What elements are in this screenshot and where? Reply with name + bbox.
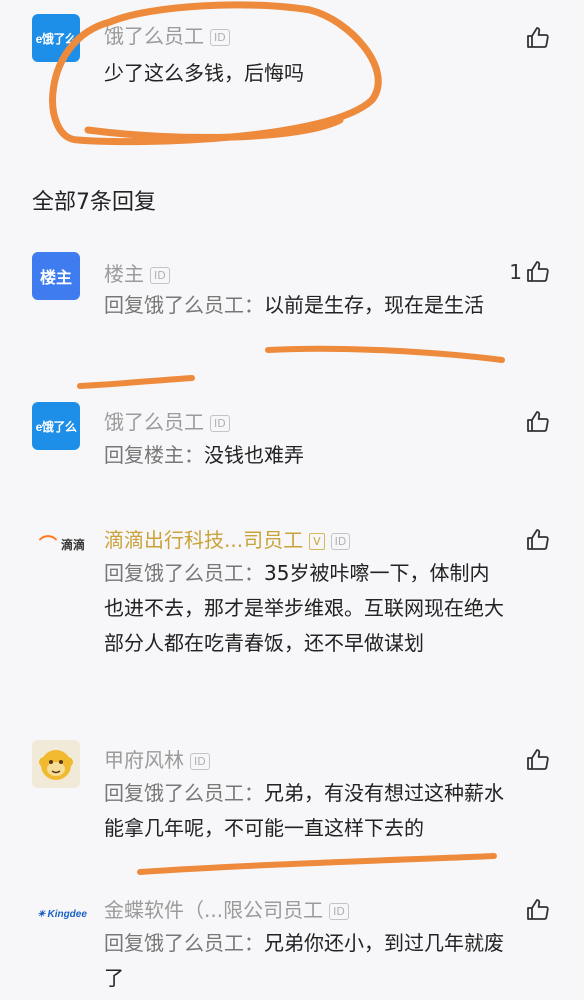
- commenter-name[interactable]: 饿了么员工 ID: [104, 20, 230, 49]
- monkey-avatar[interactable]: [32, 740, 80, 788]
- commenter-name[interactable]: 金蝶软件（...限公司员工 ID: [104, 894, 349, 923]
- annotation-underline: [77, 375, 195, 389]
- id-badge: ID: [210, 29, 230, 46]
- commenter-name[interactable]: 滴滴出行科技...司员工 V ID: [104, 524, 351, 553]
- didi-avatar[interactable]: ⌒ 滴滴: [32, 520, 92, 568]
- id-badge: ID: [329, 903, 349, 920]
- id-badge: ID: [210, 415, 230, 432]
- didi-logo-icon: ⌒: [38, 535, 57, 555]
- id-badge: ID: [190, 753, 210, 770]
- eleme-avatar[interactable]: e饿了么: [32, 402, 80, 450]
- thumbs-up-icon: [527, 529, 549, 550]
- reply-text: 回复饿了么员工：兄弟你还小，到过几年就废了: [104, 931, 504, 990]
- id-badge: ID: [330, 533, 351, 550]
- kingdee-avatar[interactable]: ✴ Kingdee: [32, 890, 92, 938]
- kingdee-logo-icon: ✴: [37, 908, 46, 920]
- annotation-underline: [137, 853, 497, 875]
- annotation-underline: [265, 345, 505, 363]
- comment-text: 少了这么多钱，后悔吗: [104, 61, 304, 85]
- replies-header: 全部7条回复: [32, 190, 156, 215]
- annotation-overlay: [49, 1, 505, 875]
- like-button[interactable]: [526, 410, 550, 434]
- eleme-avatar[interactable]: e饿了么: [32, 14, 80, 62]
- reply-text: 回复楼主：没钱也难弄: [104, 443, 304, 467]
- like-button[interactable]: [526, 26, 550, 50]
- commenter-name[interactable]: 饿了么员工 ID: [104, 406, 230, 435]
- thumbs-up-icon: [527, 411, 549, 432]
- like-button[interactable]: [526, 748, 550, 772]
- thumbs-up-icon: [527, 27, 549, 48]
- like-button[interactable]: [526, 528, 550, 552]
- reply-text: 回复饿了么员工：以前是生存，现在是生活: [104, 293, 484, 317]
- avatar-label: e饿了么: [35, 31, 77, 46]
- reply-text: 回复饿了么员工：兄弟，有没有想过这种薪水能拿几年呢，不可能一直这样下去的: [104, 781, 504, 840]
- thumbs-up-icon: [527, 749, 549, 770]
- id-badge: ID: [150, 267, 170, 284]
- like-button[interactable]: [526, 898, 550, 922]
- thumbs-up-icon: [527, 261, 549, 282]
- monkey-icon: [39, 750, 73, 780]
- verified-badge-icon: V: [309, 533, 325, 550]
- like-count: 1: [509, 260, 522, 284]
- commenter-name[interactable]: 甲府风林 ID: [104, 744, 210, 773]
- reply-text: 回复饿了么员工：35岁被咔嚓一下，体制内也进不去，那才是举步维艰。互联网现在绝大…: [104, 561, 504, 655]
- like-button[interactable]: 1: [509, 260, 550, 284]
- thumbs-up-icon: [527, 899, 549, 920]
- commenter-name[interactable]: 楼主 ID: [104, 258, 170, 287]
- author-avatar[interactable]: 楼主: [32, 252, 80, 300]
